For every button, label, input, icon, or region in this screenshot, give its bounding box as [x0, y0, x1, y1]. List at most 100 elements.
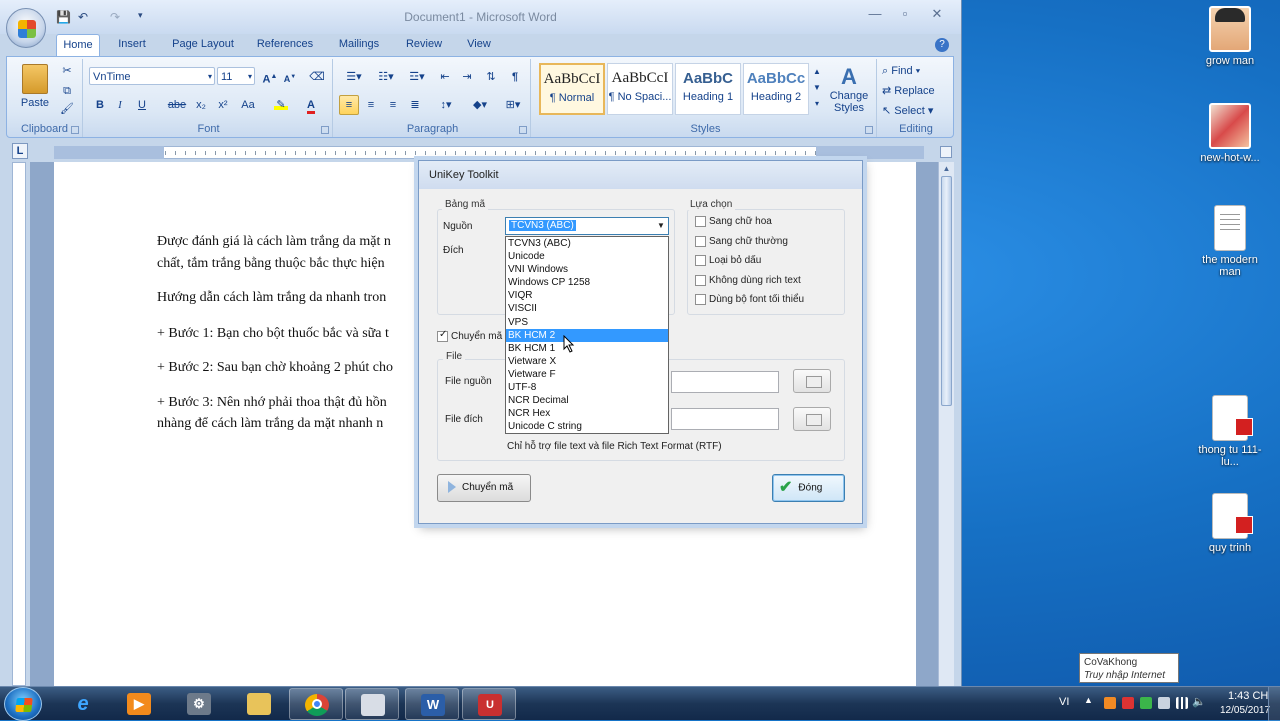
select-button[interactable]: ↖ Select ▾ [881, 101, 949, 121]
paragraph-launcher-icon[interactable] [519, 126, 527, 134]
numbering-icon[interactable]: ☷▾ [371, 67, 401, 87]
dropdown-option[interactable]: Vietware X [506, 355, 668, 368]
taskbar-explorer-window[interactable] [345, 688, 399, 720]
paste-button[interactable]: Paste [13, 61, 57, 117]
browse-dest-button[interactable] [793, 407, 831, 431]
dropdown-option[interactable]: VISCII [506, 302, 668, 315]
taskbar-media-player[interactable]: ▶ [112, 688, 166, 720]
desktop-icon-grow-man[interactable]: grow man [1190, 6, 1270, 67]
vertical-scrollbar[interactable]: ▲ [938, 162, 954, 686]
shading-icon[interactable]: ◆▾ [465, 95, 495, 115]
tray-green-icon[interactable] [1140, 697, 1152, 709]
desktop-icon-new-hot[interactable]: new-hot-w... [1190, 103, 1270, 164]
clipboard-launcher-icon[interactable] [71, 126, 79, 134]
desktop-icon-thong-tu[interactable]: thong tu 111- lu... [1190, 395, 1270, 468]
dung-bo-font-toi-thieu-checkbox[interactable] [695, 294, 706, 305]
tray-unikey-icon[interactable] [1122, 697, 1134, 709]
dropdown-option[interactable]: UTF-8 [506, 381, 668, 394]
dong-button[interactable]: ✔ Đóng [772, 474, 845, 502]
tray-device-icon[interactable] [1158, 697, 1170, 709]
justify-icon[interactable]: ≣ [405, 95, 425, 115]
align-right-icon[interactable]: ≡ [383, 95, 403, 115]
superscript-button[interactable]: x² [213, 95, 233, 115]
nguon-select[interactable]: TCVN3 (ABC) ▼ [505, 217, 669, 235]
dropdown-option[interactable]: Windows CP 1258 [506, 276, 668, 289]
style-no-spacing[interactable]: AaBbCcI ¶ No Spaci... [607, 63, 673, 115]
dropdown-option[interactable]: VIQR [506, 289, 668, 302]
strikethrough-button[interactable]: abe [165, 95, 189, 115]
taskbar-file-explorer[interactable] [232, 688, 286, 720]
clear-format-icon[interactable]: ⌫ [307, 67, 327, 87]
copy-icon[interactable]: ⧉ [57, 81, 77, 101]
start-button[interactable] [4, 687, 42, 721]
loai-bo-dau-checkbox[interactable] [695, 255, 706, 266]
styles-launcher-icon[interactable] [865, 126, 873, 134]
font-name-select[interactable]: VnTime ▾ [89, 67, 215, 85]
cut-icon[interactable]: ✂ [57, 61, 77, 81]
show-marks-icon[interactable]: ¶ [505, 67, 525, 87]
input-language[interactable]: VI [1059, 696, 1069, 708]
network-icon[interactable] [1176, 697, 1188, 709]
sort-icon[interactable]: ⇅ [481, 67, 501, 87]
tab-insert[interactable]: Insert [110, 34, 154, 56]
clock-time[interactable]: 1:43 CH [1228, 690, 1268, 702]
chuyen-ma-button[interactable]: Chuyển mã [437, 474, 531, 502]
dropdown-option[interactable]: VNI Windows [506, 263, 668, 276]
minimize-button[interactable]: — [860, 6, 890, 26]
dropdown-option-highlighted[interactable]: BK HCM 2 [506, 328, 668, 342]
bold-button[interactable]: B [91, 95, 109, 115]
volume-icon[interactable]: 🔈 [1192, 695, 1206, 708]
tab-home[interactable]: Home [56, 34, 100, 56]
dropdown-option[interactable]: Unicode C string [506, 420, 668, 433]
taskbar-chrome[interactable] [289, 688, 343, 720]
taskbar-microsoft-word[interactable]: W [405, 688, 459, 720]
replace-button[interactable]: ⇄ Replace [881, 81, 949, 101]
taskbar-internet-explorer[interactable]: e [56, 688, 110, 720]
bullets-icon[interactable]: ☰▾ [339, 67, 369, 87]
file-dich-input[interactable] [671, 408, 779, 430]
scroll-up-icon[interactable]: ▲ [941, 164, 952, 174]
file-nguon-input[interactable] [671, 371, 779, 393]
khong-dung-rich-text-checkbox[interactable] [695, 275, 706, 286]
show-hidden-icons-icon[interactable]: ▲ [1084, 695, 1093, 705]
desktop-icon-the-modern-man[interactable]: the modern man [1190, 205, 1270, 278]
dropdown-option[interactable]: NCR Decimal [506, 394, 668, 407]
clock-date[interactable]: 12/05/2017 [1220, 705, 1270, 716]
align-left-icon[interactable]: ≡ [339, 95, 359, 115]
grow-font-icon[interactable]: A▲ [261, 67, 279, 87]
help-icon[interactable]: ? [935, 38, 949, 52]
italic-button[interactable]: I [111, 95, 129, 115]
multilevel-list-icon[interactable]: ☲▾ [403, 67, 431, 87]
close-button[interactable]: ✕ [922, 6, 952, 26]
style-heading-2[interactable]: AaBbCc Heading 2 [743, 63, 809, 115]
dropdown-option[interactable]: BK HCM 1 [506, 342, 668, 355]
subscript-button[interactable]: x₂ [191, 95, 211, 115]
increase-indent-icon[interactable]: ⇥ [457, 67, 477, 87]
scroll-thumb[interactable] [941, 176, 952, 406]
styles-scroll-icon[interactable]: ▲ ▼ ▾ [811, 63, 823, 115]
maximize-button[interactable]: ▫ [890, 6, 920, 26]
highlight-color-icon[interactable]: ✎ [269, 95, 293, 115]
font-color-icon[interactable]: A [299, 95, 323, 115]
dropdown-option[interactable]: Unicode [506, 250, 668, 263]
align-center-icon[interactable]: ≡ [361, 95, 381, 115]
tab-mailings[interactable]: Mailings [332, 34, 386, 56]
show-desktop-button[interactable] [1268, 687, 1280, 721]
format-painter-icon[interactable]: 🖌 [57, 99, 77, 119]
browse-source-button[interactable] [793, 369, 831, 393]
taskbar-network-tool[interactable]: ⚙ [172, 688, 226, 720]
shrink-font-icon[interactable]: A▼ [281, 67, 299, 87]
desktop-icon-quy-trinh[interactable]: quy trinh [1190, 493, 1270, 554]
tab-page-layout[interactable]: Page Layout [166, 34, 240, 56]
style-heading-1[interactable]: AaBbC Heading 1 [675, 63, 741, 115]
office-button[interactable] [6, 8, 46, 48]
font-size-select[interactable]: 11 ▾ [217, 67, 255, 85]
sang-chu-hoa-checkbox[interactable] [695, 216, 706, 227]
decrease-indent-icon[interactable]: ⇤ [435, 67, 455, 87]
dropdown-option[interactable]: VPS [506, 316, 668, 329]
horizontal-ruler[interactable] [54, 146, 924, 159]
dropdown-option[interactable]: TCVN3 (ABC) [506, 237, 668, 250]
dropdown-option[interactable]: Vietware F [506, 368, 668, 381]
change-case-button[interactable]: Aa [235, 95, 261, 115]
chuyen-ma-clipboard-checkbox[interactable] [437, 329, 448, 342]
